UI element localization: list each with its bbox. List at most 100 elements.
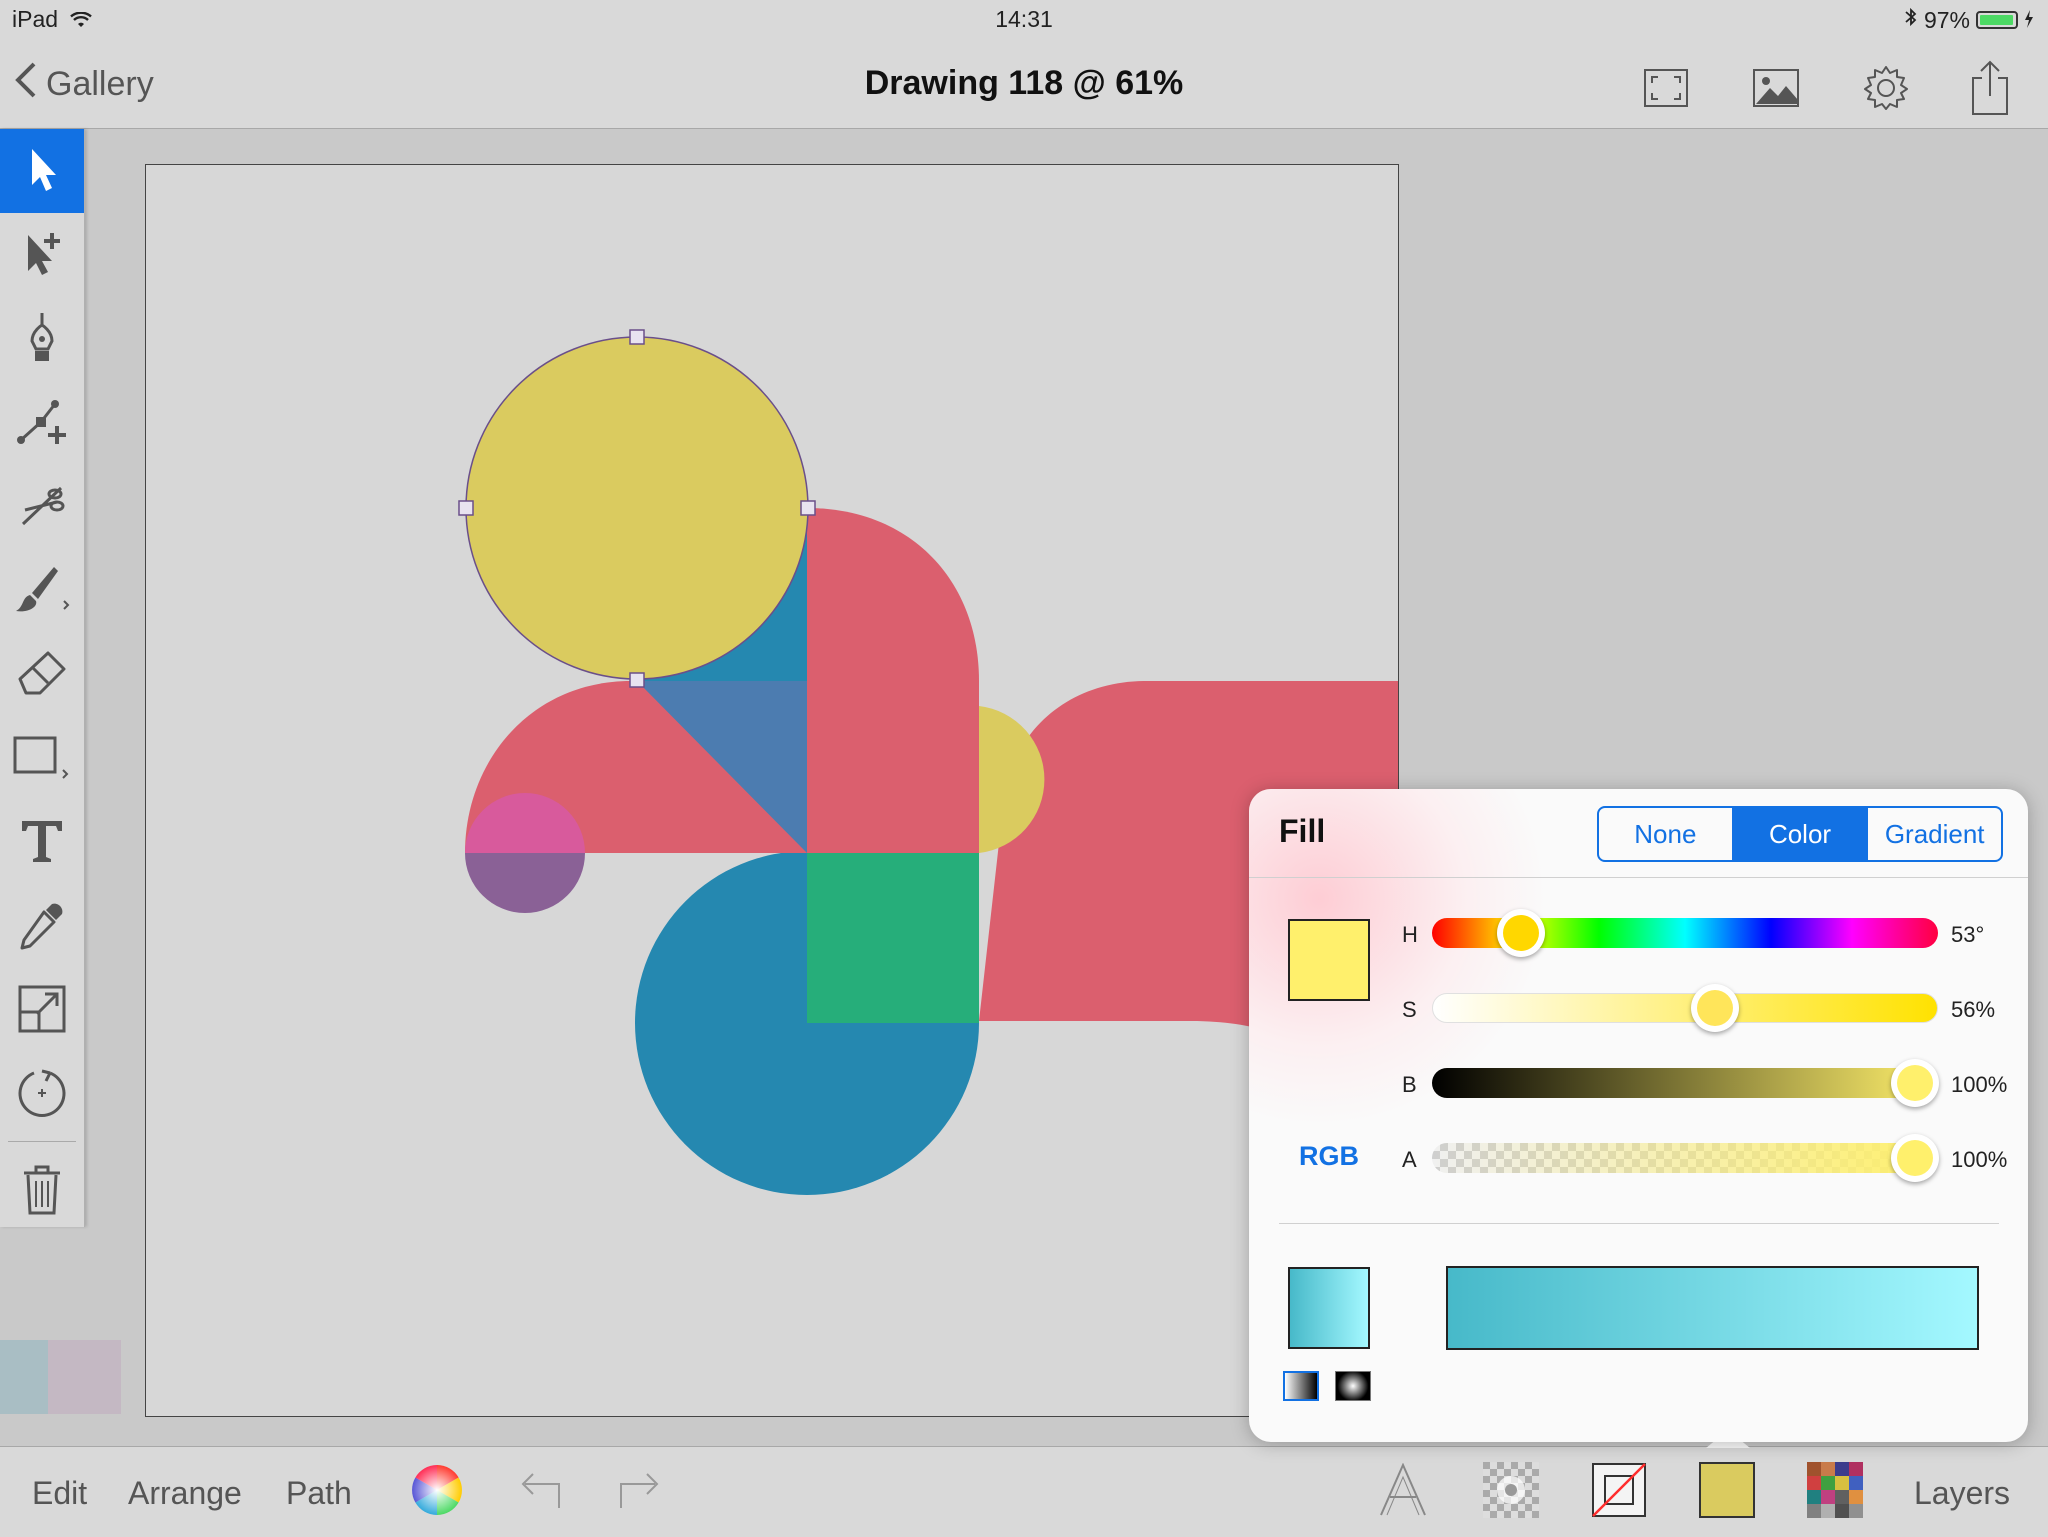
pen-icon bbox=[24, 311, 60, 368]
opacity-icon bbox=[1483, 1461, 1539, 1523]
gear-icon bbox=[1862, 64, 1910, 117]
battery-fill bbox=[1980, 15, 2013, 25]
redo-button[interactable] bbox=[610, 1463, 668, 1521]
knob-color bbox=[1502, 915, 1539, 951]
saturation-slider-knob[interactable] bbox=[1691, 984, 1740, 1032]
selection-handle[interactable] bbox=[800, 500, 816, 516]
trash-icon bbox=[22, 1163, 62, 1220]
alpha-value: 100% bbox=[1951, 1147, 2008, 1172]
knob-color bbox=[1897, 1065, 1934, 1101]
direct-select-tool[interactable] bbox=[0, 213, 84, 297]
transform-tool[interactable] bbox=[0, 969, 84, 1053]
color-wheel-icon bbox=[411, 1464, 463, 1521]
share-button[interactable] bbox=[1964, 60, 2016, 116]
undo-button[interactable] bbox=[512, 1463, 570, 1521]
image-icon bbox=[1752, 68, 1800, 113]
fullscreen-icon bbox=[1643, 68, 1689, 113]
current-color-swatch bbox=[1288, 919, 1370, 1001]
popover-divider bbox=[1249, 877, 2028, 878]
radial-gradient-button[interactable] bbox=[1335, 1371, 1371, 1401]
brightness-slider-knob[interactable] bbox=[1891, 1059, 1940, 1107]
hue-slider-knob[interactable] bbox=[1496, 909, 1545, 957]
fill-mode-gradient[interactable]: Gradient bbox=[1868, 808, 2001, 860]
eraser-icon bbox=[18, 649, 66, 702]
bottom-toolbar: Edit Arrange Path Layers bbox=[0, 1446, 2048, 1537]
pen-tool[interactable] bbox=[0, 297, 84, 381]
stroke-button[interactable] bbox=[1590, 1462, 1648, 1523]
gradient-swatch[interactable] bbox=[1288, 1267, 1370, 1349]
node-icon bbox=[17, 396, 67, 451]
node-tool[interactable] bbox=[0, 381, 84, 465]
rectangle-icon bbox=[11, 732, 73, 787]
fill-mode-color[interactable]: Color bbox=[1733, 808, 1869, 860]
fullscreen-button[interactable] bbox=[1640, 64, 1692, 116]
brush-tool[interactable] bbox=[0, 549, 84, 633]
opacity-button[interactable] bbox=[1482, 1461, 1540, 1523]
scissors-tool[interactable] bbox=[0, 465, 84, 549]
popover-title: Fill bbox=[1279, 813, 1326, 849]
brightness-label: B bbox=[1402, 1072, 1417, 1097]
color-model-toggle[interactable]: RGB bbox=[1299, 1141, 1359, 1172]
brightness-slider[interactable] bbox=[1432, 1068, 1938, 1098]
alpha-label: A bbox=[1402, 1147, 1417, 1172]
recent-color-swatch[interactable] bbox=[48, 1340, 121, 1414]
transform-icon bbox=[17, 984, 67, 1039]
hue-value: 53° bbox=[1951, 922, 1985, 947]
tool-palette bbox=[0, 129, 85, 1227]
text-style-icon bbox=[1377, 1462, 1429, 1522]
alpha-slider[interactable] bbox=[1432, 1143, 1938, 1173]
select-tool[interactable] bbox=[0, 129, 84, 213]
purple-semicircle-shape[interactable] bbox=[465, 853, 585, 913]
alpha-slider-knob[interactable] bbox=[1891, 1134, 1940, 1182]
selection-handle[interactable] bbox=[458, 500, 474, 516]
insert-image-button[interactable] bbox=[1750, 64, 1802, 116]
rectangle-tool[interactable] bbox=[0, 717, 84, 801]
text-style-button[interactable] bbox=[1374, 1462, 1432, 1522]
selected-yellow-circle[interactable] bbox=[465, 336, 809, 680]
drawing-canvas[interactable] bbox=[145, 164, 1399, 1417]
bluetooth-icon bbox=[1904, 6, 1918, 34]
layers-button[interactable]: Layers bbox=[1914, 1475, 2010, 1512]
edit-menu[interactable]: Edit bbox=[32, 1475, 87, 1512]
hue-label: H bbox=[1402, 922, 1418, 947]
fill-popover: Fill None Color Gradient H 53° S 56% B 1… bbox=[1249, 789, 2028, 1442]
status-time: 14:31 bbox=[995, 6, 1053, 32]
tool-divider bbox=[8, 1141, 76, 1142]
swatch-grid-icon bbox=[1807, 1461, 1863, 1523]
stroke-icon bbox=[1591, 1462, 1647, 1523]
brightness-value: 100% bbox=[1951, 1072, 2008, 1097]
selection-handle[interactable] bbox=[629, 672, 645, 688]
settings-button[interactable] bbox=[1860, 64, 1912, 116]
knob-color bbox=[1697, 990, 1734, 1026]
knob-color bbox=[1897, 1140, 1934, 1176]
artwork[interactable] bbox=[146, 165, 1398, 1416]
swatches-button[interactable] bbox=[1806, 1461, 1864, 1523]
gradient-editor-bar[interactable] bbox=[1446, 1266, 1979, 1350]
arrange-menu[interactable]: Arrange bbox=[128, 1475, 242, 1512]
fill-mode-none[interactable]: None bbox=[1599, 808, 1734, 860]
text-tool[interactable] bbox=[0, 801, 84, 885]
saturation-slider[interactable] bbox=[1432, 993, 1938, 1023]
eyedropper-tool[interactable] bbox=[0, 885, 84, 969]
recent-color-swatch[interactable] bbox=[0, 1340, 48, 1414]
delete-tool[interactable] bbox=[0, 1149, 84, 1233]
fill-swatch-icon bbox=[1699, 1461, 1755, 1523]
saturation-label: S bbox=[1402, 997, 1417, 1022]
document-title: Drawing 118 @ 61% bbox=[864, 64, 1184, 102]
rotate-tool[interactable] bbox=[0, 1053, 84, 1137]
path-menu[interactable]: Path bbox=[286, 1475, 352, 1512]
red-quarter-shape[interactable] bbox=[807, 508, 979, 853]
green-square-shape[interactable] bbox=[807, 853, 979, 1023]
color-wheel-button[interactable] bbox=[408, 1463, 466, 1521]
status-bar: iPad 14:31 97% bbox=[0, 0, 2048, 40]
brush-icon bbox=[12, 563, 72, 620]
navigation-bar: Gallery Drawing 118 @ 61% bbox=[0, 40, 2048, 129]
selection-handle[interactable] bbox=[629, 329, 645, 345]
eraser-tool[interactable] bbox=[0, 633, 84, 717]
select-arrow-icon bbox=[22, 145, 62, 198]
charging-icon bbox=[2024, 7, 2034, 34]
linear-gradient-button[interactable] bbox=[1283, 1371, 1319, 1401]
fill-button[interactable] bbox=[1698, 1461, 1756, 1523]
popover-divider bbox=[1279, 1223, 1999, 1224]
eyedropper-icon bbox=[18, 900, 66, 955]
